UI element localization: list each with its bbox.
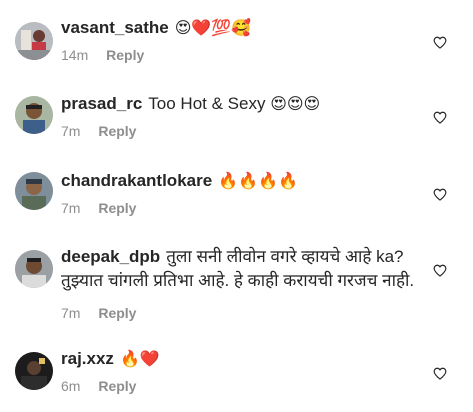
username[interactable]: prasad_rc bbox=[61, 94, 142, 113]
reply-button[interactable]: Reply bbox=[106, 47, 144, 63]
timestamp: 14m bbox=[61, 47, 89, 63]
timestamp: 7m bbox=[61, 200, 81, 216]
comment-text: deepak_dpb तुला सनी लीवोन वगरे व्हायचे आह… bbox=[61, 245, 425, 293]
username[interactable]: deepak_dpb bbox=[61, 247, 160, 266]
comment-body: vasant_sathe 😍❤️💯🥰 14m Reply bbox=[61, 16, 425, 63]
heart-outline-icon[interactable] bbox=[433, 36, 447, 49]
username[interactable]: chandrakantlokare bbox=[61, 171, 212, 190]
avatar[interactable] bbox=[15, 96, 53, 134]
timestamp: 7m bbox=[61, 123, 81, 139]
heart-outline-icon[interactable] bbox=[433, 111, 447, 124]
comment-meta: 7m Reply bbox=[61, 123, 425, 139]
comment-text: prasad_rc Too Hot & Sexy 😍😍😍 bbox=[61, 92, 425, 116]
avatar[interactable] bbox=[15, 250, 53, 288]
comment-text: chandrakantlokare 🔥🔥🔥🔥 bbox=[61, 169, 425, 193]
comment-body: prasad_rc Too Hot & Sexy 😍😍😍 7m Reply bbox=[61, 92, 425, 139]
comment-emojis: 🔥🔥🔥🔥 bbox=[218, 171, 298, 190]
comment-message: Too Hot & Sexy bbox=[148, 94, 266, 113]
comment-text: vasant_sathe 😍❤️💯🥰 bbox=[61, 16, 425, 40]
comment-meta: 6m Reply bbox=[61, 378, 425, 394]
timestamp: 6m bbox=[61, 378, 81, 394]
comment-meta: 7m Reply bbox=[61, 305, 425, 321]
comment-body: chandrakantlokare 🔥🔥🔥🔥 7m Reply bbox=[61, 169, 425, 216]
reply-button[interactable]: Reply bbox=[98, 378, 136, 394]
comment-emojis: 😍😍😍 bbox=[270, 94, 321, 113]
comment-emojis: 🔥❤️ bbox=[119, 349, 160, 368]
avatar[interactable] bbox=[15, 22, 53, 60]
comment-body: deepak_dpb तुला सनी लीवोन वगरे व्हायचे आह… bbox=[61, 245, 425, 321]
reply-button[interactable]: Reply bbox=[98, 200, 136, 216]
username[interactable]: raj.xxz bbox=[61, 349, 114, 368]
username[interactable]: vasant_sathe bbox=[61, 18, 169, 37]
comment-text: raj.xxz 🔥❤️ bbox=[61, 347, 425, 371]
heart-outline-icon[interactable] bbox=[433, 188, 447, 201]
comment-meta: 14m Reply bbox=[61, 47, 425, 63]
avatar[interactable] bbox=[15, 172, 53, 210]
heart-outline-icon[interactable] bbox=[433, 264, 447, 277]
reply-button[interactable]: Reply bbox=[98, 305, 136, 321]
comment-emojis: 😍❤️💯🥰 bbox=[174, 18, 252, 37]
timestamp: 7m bbox=[61, 305, 81, 321]
heart-outline-icon[interactable] bbox=[433, 367, 447, 380]
reply-button[interactable]: Reply bbox=[98, 123, 136, 139]
comment-body: raj.xxz 🔥❤️ 6m Reply bbox=[61, 347, 425, 394]
comment-meta: 7m Reply bbox=[61, 200, 425, 216]
avatar[interactable] bbox=[15, 352, 53, 390]
